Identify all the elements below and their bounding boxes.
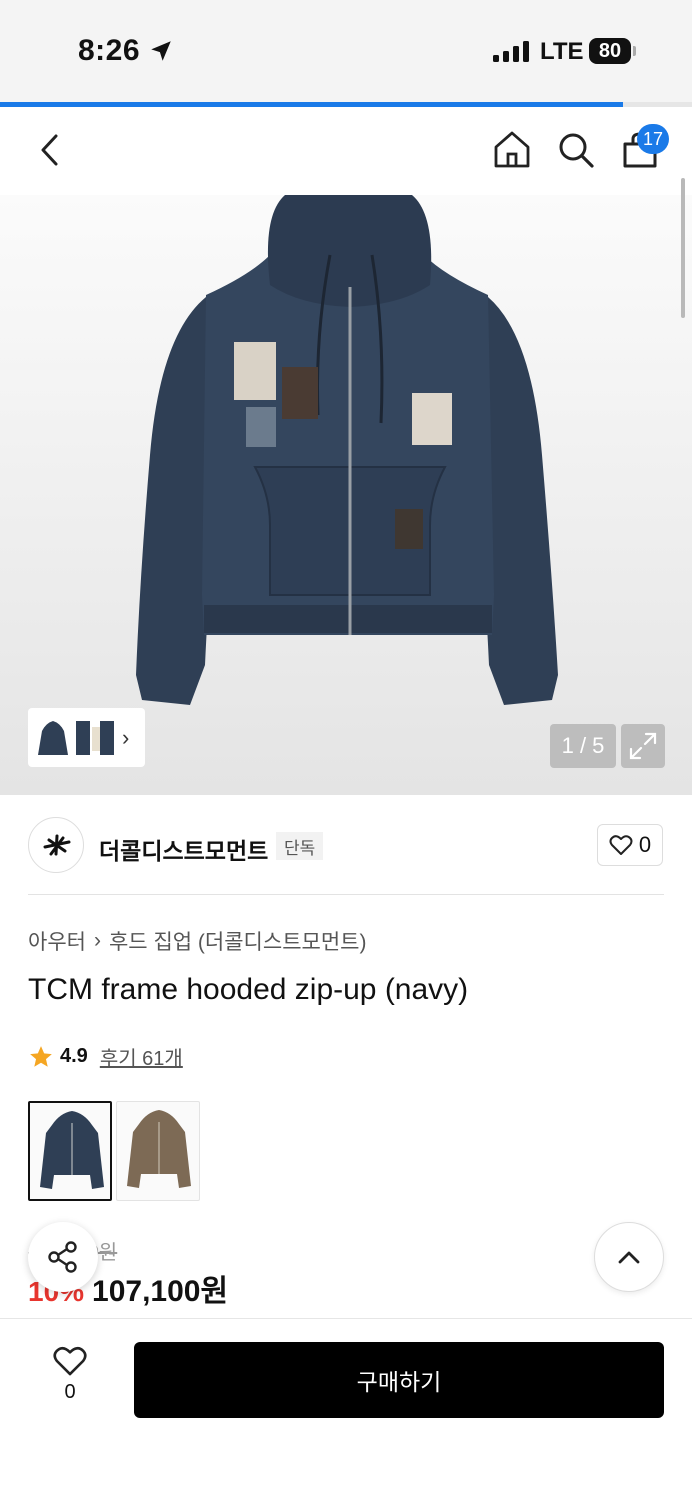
sale-price: 107,100원 xyxy=(92,1275,229,1308)
image-thumbnail-strip[interactable]: › xyxy=(28,708,145,767)
heart-icon xyxy=(609,835,633,855)
network-type: LTE xyxy=(540,38,584,65)
brand-like-count: 0 xyxy=(638,832,652,857)
color-option-brown[interactable] xyxy=(116,1101,200,1201)
brand-name[interactable]: 더콜디스트모먼트 xyxy=(99,832,268,866)
expand-icon xyxy=(629,732,657,760)
review-count-link[interactable]: 후기 61개 xyxy=(100,1042,183,1071)
buy-button[interactable]: 구매하기 xyxy=(134,1342,664,1418)
share-button[interactable] xyxy=(28,1222,98,1292)
image-counter: 1 / 5 xyxy=(550,724,616,768)
wishlist-button[interactable]: 0 xyxy=(40,1345,100,1404)
breadcrumb-category[interactable]: 아우터 xyxy=(28,926,86,956)
brand-like-button[interactable]: 0 xyxy=(597,824,663,866)
product-title: TCM frame hooded zip-up (navy) xyxy=(28,973,469,1006)
breadcrumb: 아우터 › 후드 집업 (더콜디스트모먼트) xyxy=(28,926,366,956)
brand-star-logo-icon xyxy=(43,834,71,856)
scroll-to-top-button[interactable] xyxy=(594,1222,664,1292)
search-icon[interactable] xyxy=(556,130,596,170)
navy-hoodie-thumbnail xyxy=(40,1111,104,1189)
thumbnail-front-icon xyxy=(38,720,68,755)
cart-count-badge: 17 xyxy=(637,124,669,154)
location-arrow-icon xyxy=(151,41,171,61)
home-icon[interactable] xyxy=(492,129,532,169)
battery-nub xyxy=(633,46,636,56)
rating-score: 4.9 xyxy=(60,1045,88,1067)
battery-icon: 80 xyxy=(589,38,631,64)
chevron-up-icon xyxy=(618,1251,640,1264)
chevron-right-icon: › xyxy=(93,929,101,952)
back-arrow-icon[interactable] xyxy=(36,132,64,168)
product-rating: 4.9 후기 61개 xyxy=(28,1042,183,1071)
page-scrollbar[interactable] xyxy=(681,178,685,318)
heart-icon xyxy=(53,1346,87,1376)
exclusive-tag: 단독 xyxy=(276,832,324,860)
expand-image-button[interactable] xyxy=(621,724,665,768)
brand-logo[interactable] xyxy=(28,817,84,873)
brown-hoodie-thumbnail xyxy=(127,1110,191,1188)
star-icon xyxy=(30,1045,52,1067)
battery-level: 80 xyxy=(598,39,622,62)
wishlist-count: 0 xyxy=(64,1381,76,1403)
product-main-image xyxy=(136,195,558,705)
breadcrumb-subcategory[interactable]: 후드 집업 (더콜디스트모먼트) xyxy=(109,926,367,956)
status-time: 8:26 xyxy=(78,34,141,67)
cellular-signal-icon xyxy=(493,41,529,62)
product-image-gallery[interactable] xyxy=(0,195,692,795)
status-bar: 8:26 LTE 80 xyxy=(0,0,692,104)
color-option-navy[interactable] xyxy=(28,1101,112,1201)
chevron-right-icon[interactable]: › xyxy=(122,725,129,751)
section-divider xyxy=(28,894,664,895)
thumbnail-detail-icon xyxy=(76,720,114,755)
share-icon xyxy=(48,1241,77,1273)
